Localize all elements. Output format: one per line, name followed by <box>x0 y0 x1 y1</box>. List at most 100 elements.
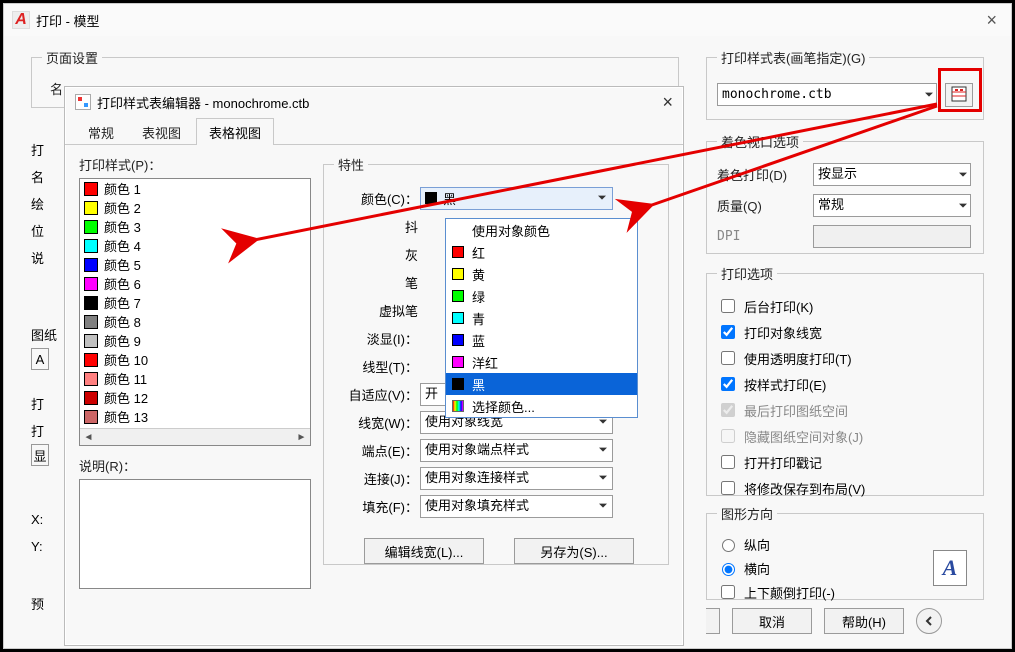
color-swatch-icon <box>84 372 98 386</box>
endcap-label: 端点(E)： <box>334 441 420 460</box>
orient-legend: 图形方向 <box>717 504 777 523</box>
help-button[interactable]: 帮助(H) <box>824 608 904 634</box>
lw-print-check[interactable]: 打印对象线宽 <box>717 321 973 343</box>
stamp-check[interactable]: 打开打印戳记 <box>717 451 973 473</box>
cancel-button[interactable]: 取消 <box>732 608 812 634</box>
edit-plot-style-button[interactable] <box>945 83 973 107</box>
list-item[interactable]: 颜色 8 <box>80 312 310 331</box>
style-print-check[interactable]: 按样式打印(E) <box>717 373 973 395</box>
dropdown-choose-color[interactable]: 选择颜色... <box>446 395 637 417</box>
dropdown-color-option[interactable]: 绿 <box>446 285 637 307</box>
bg-print-check[interactable]: 后台打印(K) <box>717 295 973 317</box>
shade-legend: 着色视口选项 <box>717 132 803 151</box>
landscape-radio[interactable]: 横向 <box>717 557 835 579</box>
shaded-viewport-group: 着色视口选项 着色打印(D) 按显示 质量(Q) 常规 DPI <box>706 132 984 254</box>
color-swatch-icon <box>84 334 98 348</box>
chevron-left-icon <box>923 615 935 627</box>
rainbow-icon <box>452 400 464 412</box>
color-swatch-icon <box>84 182 98 196</box>
editor-tabs: 常规 表视图 表格视图 <box>65 117 683 145</box>
orientation-group: 图形方向 纵向 横向 上下颠倒打印(-) A <box>706 504 984 600</box>
shade-print-select[interactable]: 按显示 <box>813 163 971 186</box>
color-swatch-icon <box>452 268 464 280</box>
list-item[interactable]: 颜色 3 <box>80 217 310 236</box>
print-dialog: A 打印 - 模型 × 页面设置 名 打 名 绘 位 说 图纸 A 打 打 显 … <box>3 3 1012 649</box>
expand-button[interactable] <box>916 608 942 634</box>
orientation-icon: A <box>933 550 967 586</box>
adapt-label: 自适应(V)： <box>334 385 420 404</box>
list-item[interactable]: 颜色 9 <box>80 331 310 350</box>
options-legend: 打印选项 <box>717 264 777 283</box>
endcap-select[interactable]: 使用对象端点样式 <box>420 439 613 462</box>
plot-style-table-select[interactable]: monochrome.ctb <box>717 83 937 106</box>
color-select[interactable]: 黑 <box>420 187 613 210</box>
trans-print-check[interactable]: 使用透明度打印(T) <box>717 347 973 369</box>
list-item[interactable]: 颜色 7 <box>80 293 310 312</box>
color-swatch-icon <box>84 315 98 329</box>
list-item[interactable]: 颜色 2 <box>80 198 310 217</box>
linetype-label: 线型(T)： <box>334 357 420 376</box>
list-item[interactable]: 颜色 4 <box>80 236 310 255</box>
dpi-label: DPI <box>717 229 813 244</box>
list-item[interactable]: 颜色 5 <box>80 255 310 274</box>
tab-form-view[interactable]: 表视图 <box>129 118 194 145</box>
scroll-right-icon[interactable]: ► <box>293 430 310 445</box>
hide-paperspace-check: 隐藏图纸空间对象(J) <box>717 425 973 447</box>
color-swatch-icon <box>452 334 464 346</box>
list-item[interactable]: 颜色 11 <box>80 369 310 388</box>
scroll-left-icon[interactable]: ◄ <box>80 430 97 445</box>
list-item[interactable]: 颜色 13 <box>80 407 310 426</box>
quality-select[interactable]: 常规 <box>813 194 971 217</box>
color-swatch-icon <box>84 277 98 291</box>
quality-label: 质量(Q) <box>717 196 813 215</box>
color-swatch-icon <box>84 239 98 253</box>
screen-label: 淡显(I)： <box>334 329 420 348</box>
portrait-radio[interactable]: 纵向 <box>717 533 835 555</box>
dropdown-color-option[interactable]: 蓝 <box>446 329 637 351</box>
dither-label: 抖 <box>334 217 420 236</box>
pst-legend: 打印样式表(画笔指定)(G) <box>717 48 869 67</box>
color-swatch-icon <box>452 356 464 368</box>
list-item[interactable]: 颜色 1 <box>80 179 310 198</box>
editor-close-icon[interactable]: × <box>662 92 673 113</box>
description-label: 说明(R)： <box>79 456 311 475</box>
list-item[interactable]: 颜色 10 <box>80 350 310 369</box>
list-item[interactable]: 颜色 12 <box>80 388 310 407</box>
dropdown-color-option[interactable]: 黑 <box>446 373 637 395</box>
upside-down-check[interactable]: 上下颠倒打印(-) <box>717 581 835 603</box>
tab-table-view[interactable]: 表格视图 <box>196 118 274 145</box>
black-swatch-icon <box>425 192 437 204</box>
save-as-button[interactable]: 另存为(S)... <box>514 538 634 564</box>
pen-label: 笔 <box>334 273 420 292</box>
editor-title: 打印样式表编辑器 - monochrome.ctb <box>97 93 309 112</box>
dropdown-color-option[interactable]: 洋红 <box>446 351 637 373</box>
color-label: 颜色(C)： <box>334 189 420 208</box>
vpen-label: 虚拟笔 <box>334 301 420 320</box>
dropdown-color-option[interactable]: 红 <box>446 241 637 263</box>
edit-lineweight-button[interactable]: 编辑线宽(L)... <box>364 538 484 564</box>
footer-buttons: 取消 帮助(H) <box>706 608 942 634</box>
dropdown-color-option[interactable]: 黄 <box>446 263 637 285</box>
titlebar: A 打印 - 模型 × <box>4 4 1011 36</box>
description-textarea[interactable] <box>79 479 311 589</box>
save-layout-check[interactable]: 将修改保存到布局(V) <box>717 477 973 499</box>
fill-select[interactable]: 使用对象填充样式 <box>420 495 613 518</box>
color-dropdown[interactable]: 使用对象颜色 红黄绿青蓝洋红黑 选择颜色... <box>445 218 638 418</box>
tab-general[interactable]: 常规 <box>75 118 127 145</box>
color-swatch-icon <box>84 410 98 424</box>
color-swatch-icon <box>452 378 464 390</box>
print-styles-list[interactable]: 颜色 1颜色 2颜色 3颜色 4颜色 5颜色 6颜色 7颜色 8颜色 9颜色 1… <box>79 178 311 446</box>
color-swatch-icon <box>84 258 98 272</box>
close-icon[interactable]: × <box>980 10 1003 31</box>
horizontal-scrollbar[interactable]: ◄ ► <box>80 428 310 445</box>
dropdown-use-object-color[interactable]: 使用对象颜色 <box>446 219 637 241</box>
color-swatch-icon <box>84 201 98 215</box>
join-select[interactable]: 使用对象连接样式 <box>420 467 613 490</box>
list-item[interactable]: 颜色 6 <box>80 274 310 293</box>
edit-table-icon <box>951 86 967 102</box>
shade-print-label: 着色打印(D) <box>717 165 813 184</box>
color-swatch-icon <box>84 353 98 367</box>
dropdown-color-option[interactable]: 青 <box>446 307 637 329</box>
gray-label: 灰 <box>334 245 420 264</box>
last-paperspace-check: 最后打印图纸空间 <box>717 399 973 421</box>
